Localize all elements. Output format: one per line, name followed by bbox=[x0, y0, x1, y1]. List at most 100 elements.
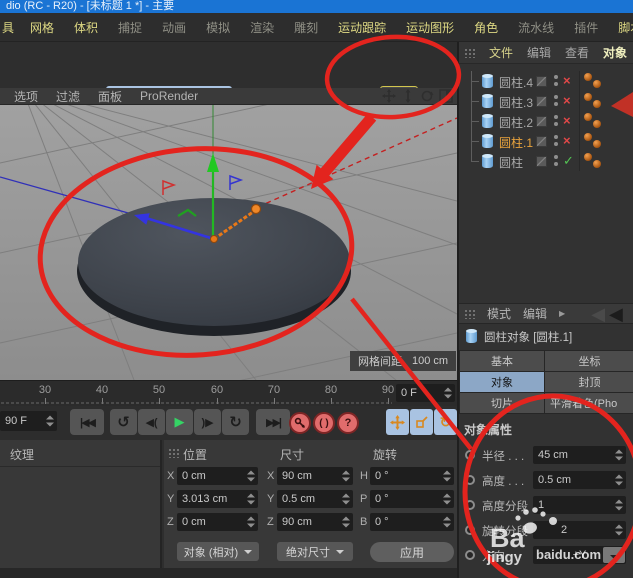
spinner-icon[interactable] bbox=[46, 415, 54, 427]
phong-tag-icon[interactable] bbox=[584, 73, 592, 81]
camera-pan-icon[interactable] bbox=[382, 89, 396, 103]
spinner-icon[interactable] bbox=[444, 387, 452, 399]
panel-grip-icon[interactable] bbox=[464, 308, 475, 319]
tab-basic[interactable]: 基本 bbox=[459, 350, 545, 372]
om-menu-object[interactable]: 对象 bbox=[603, 44, 627, 61]
object-row-selected[interactable]: 圆柱.1 × bbox=[459, 131, 633, 151]
keyframe-dot-icon[interactable] bbox=[465, 450, 475, 460]
position-mode-dropdown[interactable]: 对象 (相对) bbox=[177, 542, 259, 561]
position-y-field[interactable]: 3.013 cm bbox=[177, 490, 258, 508]
object-name[interactable]: 圆柱.4 bbox=[499, 74, 533, 91]
keyframe-selection-button[interactable]: ? bbox=[337, 412, 359, 434]
layer-toggle-icon[interactable] bbox=[536, 76, 547, 87]
rotation-b-field[interactable]: 0 ° bbox=[370, 513, 454, 531]
menu-item-mograph[interactable]: 运动图形 bbox=[396, 19, 464, 36]
rotation-p-field[interactable]: 0 ° bbox=[370, 490, 454, 508]
phong-tag-icon[interactable] bbox=[584, 153, 592, 161]
menu-item-volume[interactable]: 体积 bbox=[64, 19, 108, 36]
viewport-menu-filter[interactable]: 过滤 bbox=[56, 88, 80, 105]
size-mode-dropdown[interactable]: 绝对尺寸 bbox=[277, 542, 353, 561]
camera-zoom-icon[interactable] bbox=[401, 89, 415, 103]
viewport-3d[interactable]: 网格间距 100 cm bbox=[0, 105, 457, 380]
enable-toggle[interactable]: × bbox=[563, 133, 571, 148]
phong-tag-icon[interactable] bbox=[593, 80, 601, 88]
record-keyframe-button[interactable] bbox=[289, 412, 311, 434]
layer-toggle-icon[interactable] bbox=[536, 116, 547, 127]
panel-grip-icon[interactable] bbox=[464, 47, 475, 58]
menu-item-snap[interactable]: 捕捉 bbox=[108, 19, 152, 36]
menu-item-character[interactable]: 角色 bbox=[464, 19, 508, 36]
history-back-icon[interactable]: ◀ bbox=[609, 305, 623, 323]
end-frame-field[interactable]: 90 F bbox=[0, 411, 57, 431]
tab-coordinates[interactable]: 坐标 bbox=[544, 350, 633, 372]
spinner-icon[interactable] bbox=[247, 493, 255, 505]
enable-toggle[interactable]: × bbox=[563, 73, 571, 88]
rotation-h-field[interactable]: 0 ° bbox=[370, 467, 454, 485]
am-menu-mode[interactable]: 模式 bbox=[487, 305, 511, 322]
height-segments-field[interactable]: 1 bbox=[533, 496, 626, 514]
keyframe-dot-icon[interactable] bbox=[465, 475, 475, 485]
spinner-icon[interactable] bbox=[342, 470, 350, 482]
tab-slice[interactable]: 切片 bbox=[459, 392, 545, 414]
phong-tag-icon[interactable] bbox=[584, 133, 592, 141]
object-row[interactable]: 圆柱.4 × bbox=[459, 71, 633, 91]
spinner-icon[interactable] bbox=[247, 470, 255, 482]
autokey-button[interactable]: ( ) bbox=[313, 412, 335, 434]
enable-toggle[interactable]: ✓ bbox=[563, 153, 574, 169]
position-x-field[interactable]: 0 cm bbox=[177, 467, 258, 485]
spinner-icon[interactable] bbox=[342, 516, 350, 528]
menu-item[interactable]: 具 bbox=[2, 19, 20, 36]
tab-phong[interactable]: 平滑着色(Pho bbox=[544, 392, 633, 414]
menu-item-animate[interactable]: 动画 bbox=[152, 19, 196, 36]
goto-end-button[interactable]: ▶▶| bbox=[256, 409, 290, 435]
tab-object[interactable]: 对象 bbox=[459, 371, 545, 393]
menu-item-sculpt[interactable]: 雕刻 bbox=[284, 19, 328, 36]
object-row[interactable]: 圆柱.3 × bbox=[459, 91, 633, 111]
tab-caps[interactable]: 封顶 bbox=[544, 371, 633, 393]
previous-key-button[interactable]: ↺ bbox=[110, 409, 137, 435]
position-z-field[interactable]: 0 cm bbox=[177, 513, 258, 531]
size-x-field[interactable]: 90 cm bbox=[277, 467, 353, 485]
object-name[interactable]: 圆柱.1 bbox=[499, 134, 533, 151]
menu-item-motion-tracker[interactable]: 运动跟踪 bbox=[328, 19, 396, 36]
dropdown-button[interactable] bbox=[603, 547, 625, 563]
menu-item-render[interactable]: 渲染 bbox=[240, 19, 284, 36]
previous-frame-button[interactable]: ◀( bbox=[138, 409, 165, 435]
size-z-field[interactable]: 90 cm bbox=[277, 513, 353, 531]
object-name[interactable]: 圆柱.3 bbox=[499, 94, 533, 111]
phong-tag-icon[interactable] bbox=[584, 113, 592, 121]
spinner-icon[interactable] bbox=[443, 516, 451, 528]
menu-item-simulate[interactable]: 模拟 bbox=[196, 19, 240, 36]
visibility-dots-icon[interactable] bbox=[554, 135, 558, 146]
keyframe-dot-icon[interactable] bbox=[465, 550, 475, 560]
viewport-menu-options[interactable]: 选项 bbox=[14, 88, 38, 105]
om-menu-view[interactable]: 查看 bbox=[565, 44, 589, 61]
layer-toggle-icon[interactable] bbox=[536, 156, 547, 167]
menu-item-mesh[interactable]: 网格 bbox=[20, 19, 64, 36]
radius-field[interactable]: 45 cm bbox=[533, 446, 626, 464]
next-key-button[interactable]: ↻ bbox=[222, 409, 249, 435]
keyframe-dot-icon[interactable] bbox=[465, 525, 475, 535]
menu-item-pipeline[interactable]: 流水线 bbox=[508, 19, 564, 36]
object-row[interactable]: 圆柱 ✓ bbox=[459, 151, 633, 171]
expand-arrow-icon[interactable]: ▶ bbox=[559, 309, 565, 318]
spinner-icon[interactable] bbox=[615, 449, 623, 461]
record-scale-toggle[interactable] bbox=[410, 409, 433, 435]
enable-toggle[interactable]: × bbox=[563, 113, 571, 128]
spinner-icon[interactable] bbox=[342, 493, 350, 505]
phong-tag-icon[interactable] bbox=[593, 140, 601, 148]
keyframe-dot-icon[interactable] bbox=[465, 500, 475, 510]
phong-tag-icon[interactable] bbox=[584, 93, 592, 101]
spinner-icon[interactable] bbox=[615, 474, 623, 486]
next-frame-button[interactable]: )▶ bbox=[194, 409, 221, 435]
visibility-dots-icon[interactable] bbox=[554, 155, 558, 166]
layer-toggle-icon[interactable] bbox=[536, 136, 547, 147]
orientation-dropdown[interactable]: +Y bbox=[533, 546, 626, 564]
am-menu-edit[interactable]: 编辑 bbox=[523, 305, 547, 322]
viewport-menu-panel[interactable]: 面板 bbox=[98, 88, 122, 105]
timeline-ruler[interactable]: 30 40 50 60 70 80 90 0 F bbox=[0, 380, 457, 406]
phong-tag-icon[interactable] bbox=[593, 120, 601, 128]
current-frame-field[interactable]: 0 F bbox=[396, 384, 455, 402]
spinner-icon[interactable] bbox=[443, 493, 451, 505]
phong-tag-icon[interactable] bbox=[593, 160, 601, 168]
